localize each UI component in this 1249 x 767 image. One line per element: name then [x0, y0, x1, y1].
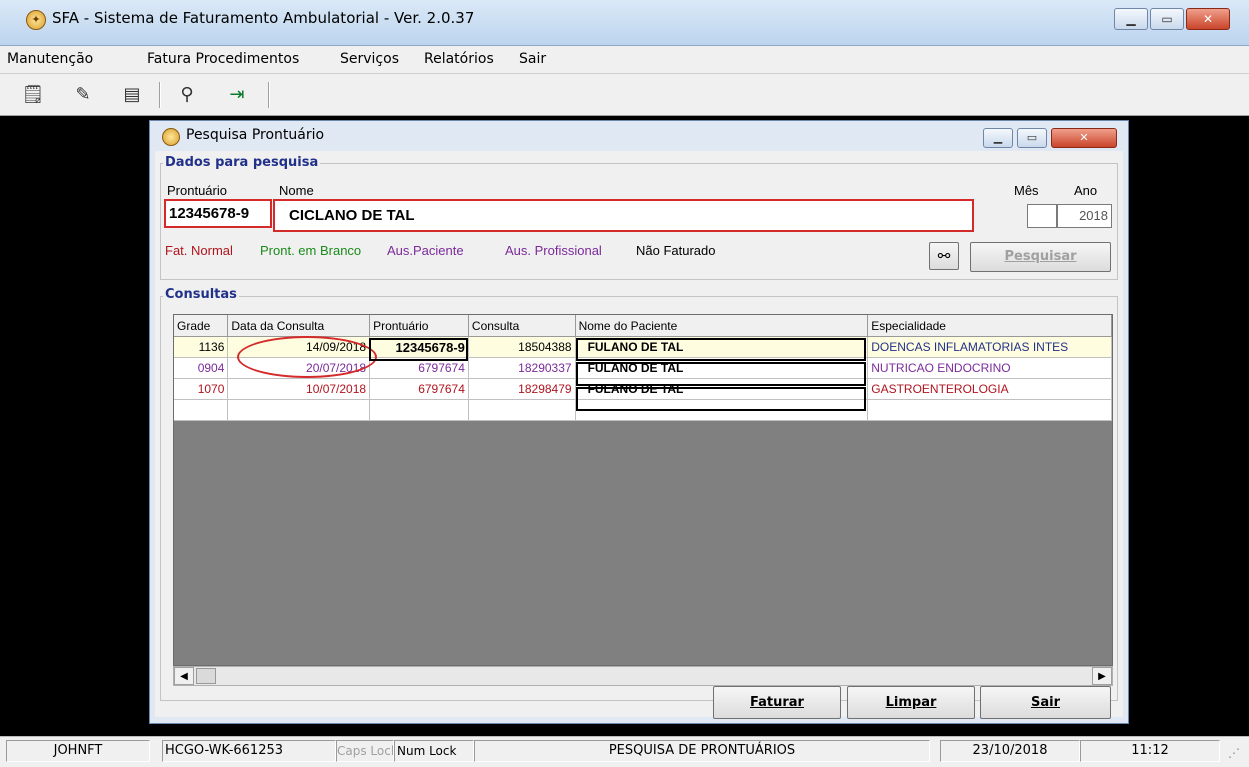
col-grade[interactable]: Grade: [174, 315, 229, 337]
ano-input[interactable]: 2018: [1057, 204, 1112, 228]
status-date: 23/10/2018: [940, 740, 1080, 762]
cell-especialidade: GASTROENTEROLOGIA: [867, 378, 1112, 400]
status-host: HCGO-WK-661253: [162, 740, 336, 762]
toolbar-separator: [268, 82, 270, 108]
dialog-title: Pesquisa Prontuário: [186, 127, 325, 143]
cell-grade: 0904: [174, 357, 229, 379]
legend-pront-branco: Pront. em Branco: [260, 243, 362, 258]
cell-grade: 1070: [174, 378, 229, 400]
prontuario-label: Prontuário: [167, 183, 227, 198]
col-consulta[interactable]: Consulta: [468, 315, 576, 337]
legend-aus-profissional: Aus. Profissional: [505, 243, 602, 258]
toolbar-separator: [159, 82, 161, 108]
legend-aus-paciente: Aus.Paciente: [387, 243, 464, 258]
scroll-right-icon[interactable]: ▶: [1092, 667, 1112, 685]
ano-label: Ano: [1074, 183, 1098, 198]
highlight-box: [576, 387, 866, 411]
nome-input[interactable]: CICLANO DE TAL: [273, 199, 974, 232]
close-icon[interactable]: ✕: [1186, 8, 1230, 30]
dialog-minimize-icon[interactable]: ▁: [983, 128, 1013, 148]
cell-data: 10/07/2018: [227, 378, 371, 400]
resize-grip-icon[interactable]: ⋰: [1228, 746, 1244, 762]
status-time: 11:12: [1080, 740, 1220, 762]
cell-consulta: 18290337: [468, 357, 576, 379]
dialog-maximize-icon[interactable]: ▭: [1017, 128, 1047, 148]
col-prontuario[interactable]: Prontuário: [369, 315, 469, 337]
minimize-icon[interactable]: ▁: [1114, 8, 1148, 30]
form-icon[interactable]: 🗒: [18, 81, 48, 109]
col-especialidade[interactable]: Especialidade: [867, 315, 1112, 337]
highlight-box: [576, 338, 866, 361]
table-header: Grade Data da Consulta Prontuário Consul…: [174, 315, 1112, 337]
highlight-box: [369, 338, 468, 361]
maximize-icon[interactable]: ▭: [1150, 8, 1184, 30]
prontuario-input[interactable]: 12345678-9: [164, 199, 272, 228]
legend-fat-normal: Fat. Normal: [165, 243, 233, 258]
search-group-legend: Dados para pesquisa: [163, 155, 321, 170]
menu-sair[interactable]: Sair: [519, 51, 546, 67]
horizontal-scrollbar[interactable]: ◀ ▶: [173, 666, 1113, 686]
menu-servicos[interactable]: Serviços: [340, 51, 399, 67]
cell-especialidade: DOENCAS INFLAMATORIAS INTES: [867, 336, 1112, 358]
scroll-thumb[interactable]: [196, 668, 216, 684]
status-num-lock: Num Lock: [394, 740, 474, 762]
highlight-box: [576, 362, 866, 386]
highlight-ellipse: [237, 336, 377, 378]
sair-button[interactable]: Sair: [980, 686, 1111, 719]
mes-label: Mês: [1014, 183, 1039, 198]
document-icon[interactable]: ▤: [117, 81, 147, 109]
status-screen: PESQUISA DE PRONTUÁRIOS: [474, 740, 930, 762]
faturar-button[interactable]: Faturar: [713, 686, 841, 719]
app-icon: ✦: [26, 10, 46, 30]
col-data[interactable]: Data da Consulta: [227, 315, 371, 337]
dialog-icon: [162, 128, 180, 146]
cell-grade: 1136: [174, 336, 229, 358]
dialog-close-icon[interactable]: ✕: [1051, 128, 1117, 148]
cell-consulta: 18504388: [468, 336, 576, 358]
menu-relatorios[interactable]: Relatórios: [424, 51, 494, 67]
limpar-button[interactable]: Limpar: [847, 686, 975, 719]
mes-input[interactable]: [1027, 204, 1057, 228]
exit-icon[interactable]: ⇥: [222, 81, 252, 109]
pesquisar-button[interactable]: Pesquisar: [970, 242, 1111, 272]
menu-fatura-procedimentos[interactable]: Fatura Procedimentos: [147, 51, 299, 67]
cell-consulta: 18298479: [468, 378, 576, 400]
binoculars-icon[interactable]: ⚯: [929, 242, 959, 270]
consultas-group-legend: Consultas: [163, 287, 239, 302]
cell-prontuario: 6797674: [369, 378, 469, 400]
menu-manutencao[interactable]: Manutenção: [7, 51, 93, 67]
nome-label: Nome: [279, 183, 314, 198]
cell-especialidade: NUTRICAO ENDOCRINO: [867, 357, 1112, 379]
legend-nao-faturado: Não Faturado: [636, 243, 716, 258]
search-icon[interactable]: ⚲: [172, 81, 202, 109]
scroll-left-icon[interactable]: ◀: [174, 667, 194, 685]
app-title: SFA - Sistema de Faturamento Ambulatoria…: [52, 9, 475, 27]
status-caps-lock: Caps Lock: [336, 740, 394, 762]
edit-icon[interactable]: ✎: [68, 81, 98, 109]
col-nome[interactable]: Nome do Paciente: [575, 315, 869, 337]
status-user: JOHNFT: [6, 740, 150, 762]
